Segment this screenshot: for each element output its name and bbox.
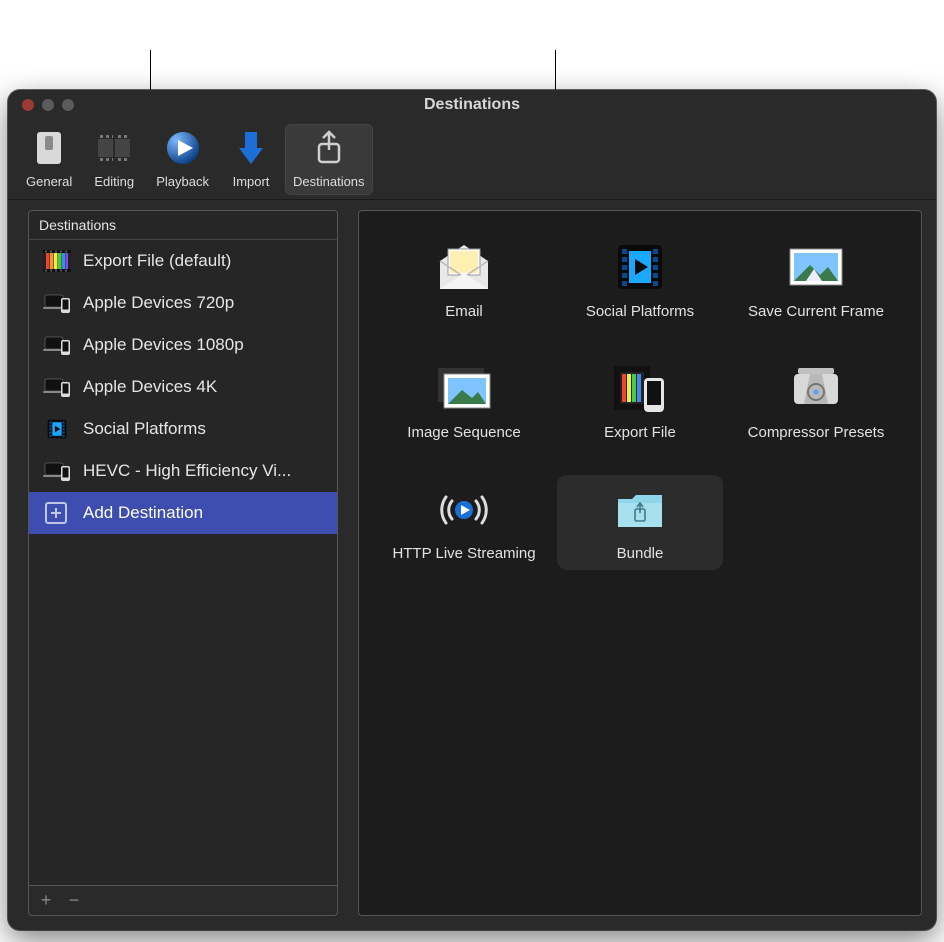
template-save-frame[interactable]: Save Current Frame (733, 233, 899, 328)
download-arrow-icon (229, 128, 273, 168)
toolbar-playback-button[interactable]: Playback (148, 124, 217, 195)
destination-templates-grid: Email Social Platforms Save Current Frame I… (381, 233, 899, 570)
toolbar-general-button[interactable]: General (18, 124, 80, 195)
template-label: Bundle (617, 545, 664, 562)
plus-box-icon (43, 502, 71, 524)
toolbar-destinations-button[interactable]: Destinations (285, 124, 373, 195)
devices-icon (43, 460, 71, 482)
sidebar-item-apple-720p[interactable]: Apple Devices 720p (29, 282, 337, 324)
sidebar-header: Destinations (29, 211, 337, 240)
rainbow-filmstrip-icon (43, 250, 71, 272)
landscape-photo-icon (784, 241, 848, 293)
template-label: Export File (604, 424, 676, 441)
remove-destination-button[interactable]: − (63, 890, 85, 912)
sidebar-item-add-destination[interactable]: Add Destination (29, 492, 337, 534)
sidebar-item-label: Apple Devices 4K (83, 377, 217, 397)
toolbar-import-button[interactable]: Import (221, 124, 281, 195)
film-phone-icon (608, 362, 672, 414)
sidebar-item-apple-1080p[interactable]: Apple Devices 1080p (29, 324, 337, 366)
toolbar-label: Destinations (293, 174, 365, 189)
template-social-platforms[interactable]: Social Platforms (557, 233, 723, 328)
toolbar-label: Playback (156, 174, 209, 189)
toolbar-label: Editing (94, 174, 134, 189)
sidebar-panel: Destinations Export File (default) Apple … (28, 210, 338, 886)
slider-icon (27, 128, 71, 168)
devices-icon (43, 292, 71, 314)
content-area: Destinations Export File (default) Apple … (8, 200, 936, 930)
devices-icon (43, 376, 71, 398)
minimize-window-button[interactable] (42, 99, 54, 111)
sidebar-item-apple-4k[interactable]: Apple Devices 4K (29, 366, 337, 408)
toolbar-label: General (26, 174, 72, 189)
toolbar-editing-button[interactable]: Editing (84, 124, 144, 195)
sidebar-item-label: Export File (default) (83, 251, 231, 271)
template-label: Social Platforms (586, 303, 694, 320)
share-up-icon (307, 128, 351, 168)
template-hls[interactable]: HTTP Live Streaming (381, 475, 547, 570)
template-label: Save Current Frame (748, 303, 884, 320)
titlebar: Destinations (8, 90, 936, 120)
sidebar-item-label: Apple Devices 1080p (83, 335, 244, 355)
play-filmstrip-blue-icon (43, 418, 71, 440)
sidebar-item-label: Apple Devices 720p (83, 293, 234, 313)
bundle-folder-icon (608, 483, 672, 535)
template-label: Compressor Presets (748, 424, 885, 441)
zoom-window-button[interactable] (62, 99, 74, 111)
sidebar-item-label: Add Destination (83, 503, 203, 523)
close-window-button[interactable] (22, 99, 34, 111)
toolbar-label: Import (233, 174, 270, 189)
devices-icon (43, 334, 71, 356)
sidebar-item-label: HEVC - High Efficiency Vi... (83, 461, 291, 481)
template-label: Image Sequence (407, 424, 520, 441)
destination-templates-panel: Email Social Platforms Save Current Frame I… (358, 210, 922, 916)
preferences-toolbar: General Editing Playback Import Destinations (8, 120, 936, 200)
window-title: Destinations (8, 96, 936, 114)
template-bundle[interactable]: Bundle (557, 475, 723, 570)
destinations-sidebar: Destinations Export File (default) Apple … (28, 210, 338, 930)
filmstrip-icon (92, 128, 136, 168)
sidebar-item-label: Social Platforms (83, 419, 206, 439)
template-export-file[interactable]: Export File (557, 354, 723, 449)
play-circle-icon (161, 128, 205, 168)
template-label: Email (445, 303, 483, 320)
photo-stack-icon (432, 362, 496, 414)
traffic-lights (8, 99, 74, 111)
broadcast-icon (432, 483, 496, 535)
destinations-list: Export File (default) Apple Devices 720p A… (29, 240, 337, 885)
sidebar-item-hevc[interactable]: HEVC - High Efficiency Vi... (29, 450, 337, 492)
add-destination-button[interactable]: + (35, 890, 57, 912)
template-image-sequence[interactable]: Image Sequence (381, 354, 547, 449)
sidebar-footer: + − (28, 886, 338, 916)
template-label: HTTP Live Streaming (392, 545, 535, 562)
compressor-icon (784, 362, 848, 414)
template-compressor[interactable]: Compressor Presets (733, 354, 899, 449)
preferences-window: Destinations General Editing Playback Impor… (8, 90, 936, 930)
template-email[interactable]: Email (381, 233, 547, 328)
envelope-photo-icon (432, 241, 496, 293)
play-filmstrip-blue-icon (608, 241, 672, 293)
sidebar-item-social[interactable]: Social Platforms (29, 408, 337, 450)
sidebar-item-export-file[interactable]: Export File (default) (29, 240, 337, 282)
